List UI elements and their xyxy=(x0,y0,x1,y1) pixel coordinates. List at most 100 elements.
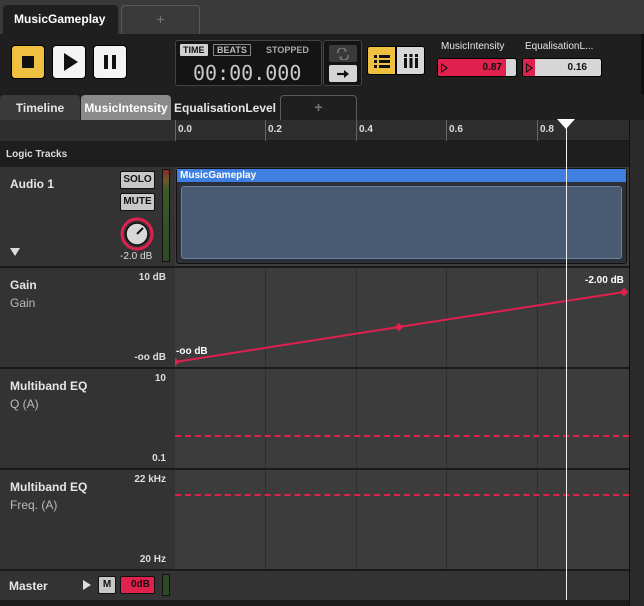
stop-button[interactable] xyxy=(11,45,45,79)
follow-playhead-button[interactable] xyxy=(329,65,357,82)
track-name: Audio 1 xyxy=(10,177,54,191)
gain-end-label: -2.00 dB xyxy=(585,275,624,286)
knob-value: -2.0 dB xyxy=(120,251,153,262)
automation-param: Q (A) xyxy=(10,397,39,411)
gain-automation-header[interactable]: Gain Gain 10 dB -oo dB xyxy=(0,268,175,369)
document-tab-strip: MusicGameplay + xyxy=(0,0,644,34)
gain-curve[interactable] xyxy=(175,268,629,367)
range-max: 10 dB xyxy=(138,272,166,283)
ruler-label: 0.0 xyxy=(178,124,192,135)
ruler-label: 0.2 xyxy=(268,124,282,135)
logic-tracks-label: Logic Tracks xyxy=(6,149,68,160)
arrow-right-icon xyxy=(337,69,349,78)
equalisation-slider[interactable]: 0.16 xyxy=(522,58,602,77)
grid-line xyxy=(265,470,266,569)
music-intensity-slider[interactable]: 0.87 xyxy=(437,58,517,77)
ruler-label: 0.6 xyxy=(449,124,463,135)
transport-bar: TIME BEATS STOPPED 00:00.000 MusicIntens… xyxy=(0,34,644,94)
eq-freq-automation-lane[interactable] xyxy=(175,470,629,571)
audio-track-header[interactable]: Audio 1 SOLO MUTE -2.0 dB xyxy=(0,167,175,268)
solo-button[interactable]: SOLO xyxy=(120,171,155,189)
ruler-tick xyxy=(175,120,176,141)
freq-default-line[interactable] xyxy=(175,494,629,496)
time-mode-button[interactable]: TIME xyxy=(180,44,208,56)
add-tab-button[interactable]: + xyxy=(121,5,200,34)
ruler-spacer xyxy=(0,120,175,141)
time-readout: 00:00.000 xyxy=(193,61,302,85)
beats-mode-button[interactable]: BEATS xyxy=(213,44,251,56)
ruler-label: 0.4 xyxy=(359,124,373,135)
music-intensity-label: MusicIntensity xyxy=(441,41,505,52)
playhead-line[interactable] xyxy=(566,120,567,600)
automation-param: Freq. (A) xyxy=(10,498,58,512)
audio-region[interactable]: MusicGameplay xyxy=(176,168,627,264)
master-track-lane xyxy=(175,571,629,600)
master-track-header[interactable]: Master M 0dB xyxy=(0,571,175,600)
grid-line xyxy=(537,470,538,569)
region-waveform-area xyxy=(181,186,622,259)
list-icon xyxy=(373,54,390,68)
master-fader[interactable]: 0dB xyxy=(120,576,155,594)
stop-icon xyxy=(22,56,34,68)
audio-track-lane[interactable]: MusicGameplay xyxy=(175,167,629,268)
gain-start-label: -oo dB xyxy=(176,346,208,357)
grid-line xyxy=(356,369,357,468)
vertical-scrollbar[interactable] xyxy=(629,120,644,606)
loop-icon xyxy=(337,47,349,60)
add-parameter-tab-button[interactable]: + xyxy=(280,95,357,120)
ruler-tick xyxy=(265,120,266,141)
grid-line xyxy=(446,470,447,569)
automation-name: Gain xyxy=(10,278,37,292)
loop-button[interactable] xyxy=(329,45,357,62)
tab-music-gameplay[interactable]: MusicGameplay xyxy=(3,5,118,34)
grid-line xyxy=(356,470,357,569)
mute-button[interactable]: MUTE xyxy=(120,193,155,211)
play-cursor-icon xyxy=(526,63,533,73)
tab-equalisation-level[interactable]: EqualisationLevel xyxy=(172,95,278,120)
knob-icon xyxy=(120,217,154,251)
play-cursor-icon xyxy=(441,63,448,73)
automation-param: Gain xyxy=(10,296,36,310)
range-max: 10 xyxy=(154,373,166,384)
gain-automation-lane[interactable]: -oo dB -2.00 dB xyxy=(175,268,629,369)
volume-knob[interactable] xyxy=(119,216,155,252)
tab-music-intensity[interactable]: MusicIntensity xyxy=(81,95,171,120)
ruler-label: 0.8 xyxy=(540,124,554,135)
equalisation-label: EqualisationL... xyxy=(525,41,594,52)
grid-line xyxy=(265,369,266,468)
logic-tracks-header: Logic Tracks xyxy=(0,141,629,167)
playhead-marker[interactable] xyxy=(557,119,575,129)
level-meter xyxy=(162,169,170,262)
grid-line xyxy=(446,369,447,468)
q-default-line[interactable] xyxy=(175,435,629,437)
range-min: -oo dB xyxy=(134,352,166,363)
master-level-meter xyxy=(162,574,170,596)
ruler-tick xyxy=(537,120,538,141)
grid-line xyxy=(537,369,538,468)
list-view-button[interactable] xyxy=(367,46,396,75)
eq-q-automation-header[interactable]: Multiband EQ Q (A) 10 0.1 xyxy=(0,369,175,470)
tab-timeline[interactable]: Timeline xyxy=(0,95,80,120)
mixer-view-button[interactable] xyxy=(396,46,425,75)
range-min: 20 Hz xyxy=(139,554,166,565)
pause-button[interactable] xyxy=(93,45,127,79)
view-tab-bar: Timeline MusicIntensity EqualisationLeve… xyxy=(0,94,644,120)
range-min: 0.1 xyxy=(152,453,166,464)
eq-q-automation-lane[interactable] xyxy=(175,369,629,470)
eq-freq-automation-header[interactable]: Multiband EQ Freq. (A) 22 kHz 20 Hz xyxy=(0,470,175,571)
master-name: Master xyxy=(9,579,48,593)
loop-panel xyxy=(323,40,362,86)
expand-triangle-icon[interactable] xyxy=(10,248,20,256)
bottom-edge xyxy=(0,600,644,606)
mixer-icon xyxy=(403,53,418,68)
play-icon[interactable] xyxy=(83,580,91,590)
play-icon xyxy=(63,53,78,71)
ruler-tick xyxy=(356,120,357,141)
automation-name: Multiband EQ xyxy=(10,379,88,393)
equalisation-value: 0.16 xyxy=(567,62,587,73)
ruler-tick xyxy=(446,120,447,141)
automation-name: Multiband EQ xyxy=(10,480,88,494)
time-display-panel: TIME BEATS STOPPED 00:00.000 xyxy=(175,40,322,86)
play-button[interactable] xyxy=(52,45,86,79)
master-mute-button[interactable]: M xyxy=(98,576,116,594)
